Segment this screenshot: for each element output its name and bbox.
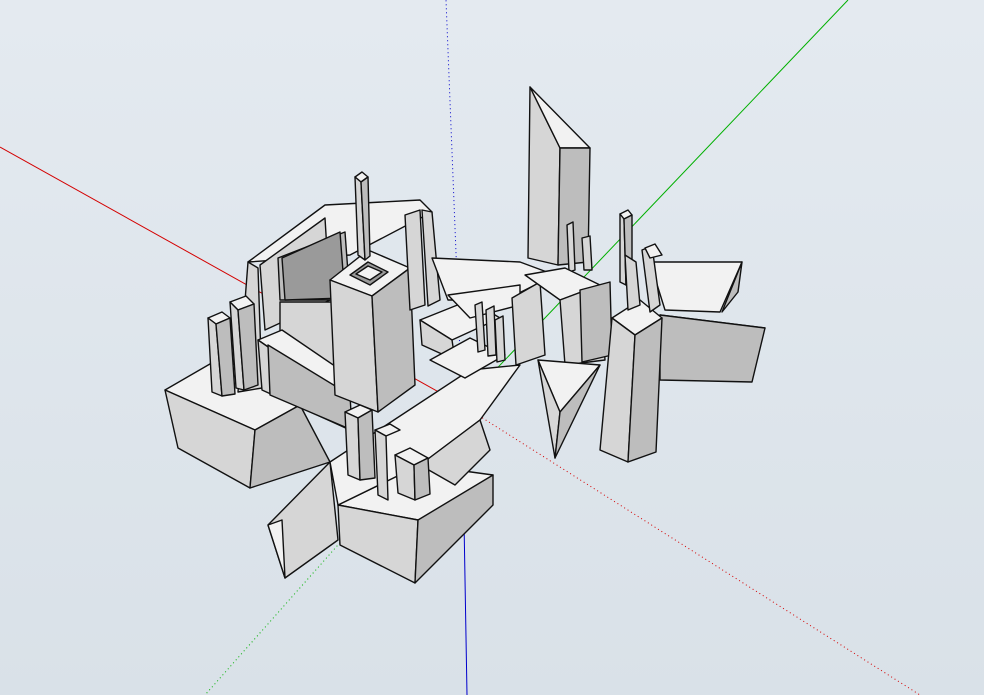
scene-canvas[interactable] (0, 0, 984, 695)
red-axis-negative (461, 404, 921, 695)
3d-viewport[interactable] (0, 0, 984, 695)
building-model[interactable] (164, 86, 766, 584)
